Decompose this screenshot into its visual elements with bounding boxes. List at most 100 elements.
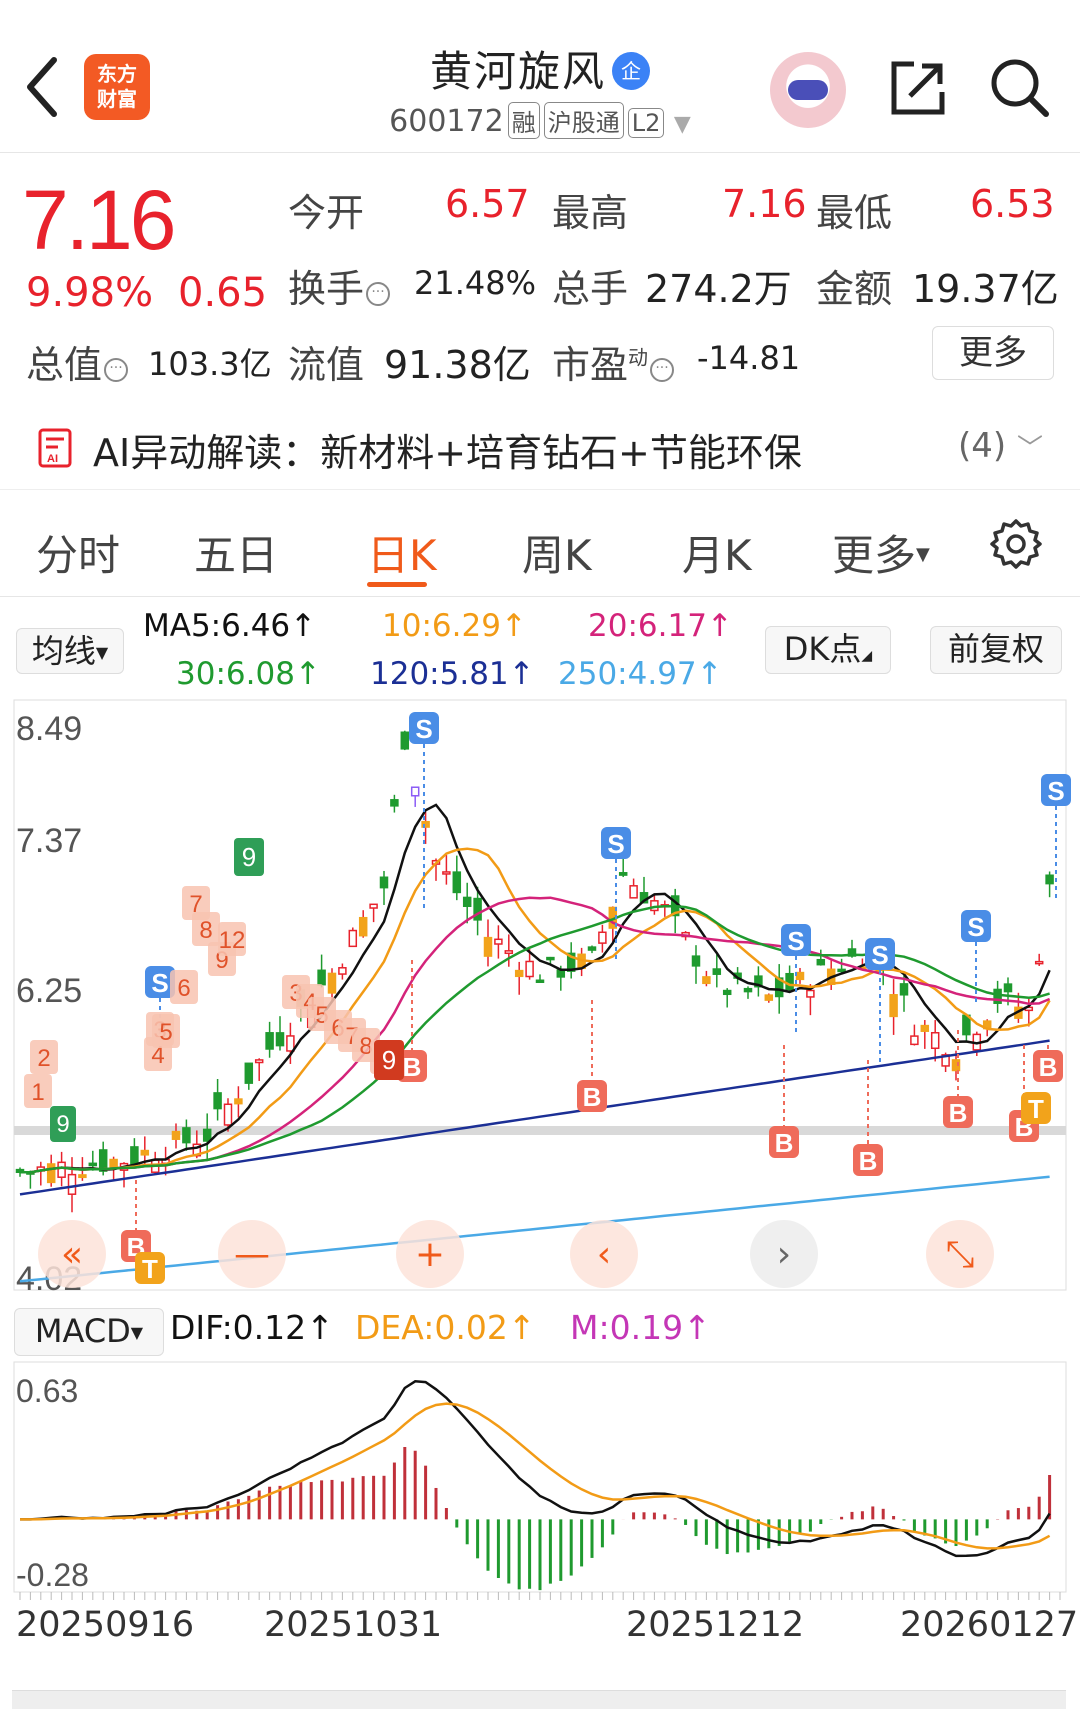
low-value: 6.53 [970,182,1055,226]
dk-points-button[interactable]: DK点◢ [765,626,891,674]
candle [525,960,534,978]
td-sequence-number: 5 [159,1019,172,1046]
candle [140,1149,150,1156]
candle [494,938,503,945]
macd-indicator-button[interactable]: MACD▼ [14,1308,164,1356]
candle [348,929,358,948]
macd-chart[interactable]: 0.63 -0.28 [0,1360,1080,1600]
candle [899,983,909,996]
info-dot-icon[interactable]: ··· [366,282,391,306]
step-forward-icon: › [777,1234,791,1275]
date-tick: 20260127 [900,1605,1079,1645]
amount-value: 19.37亿 [912,267,1059,311]
volume-value: 274.2万 [645,267,792,311]
td-nine-number: 9 [56,1111,69,1138]
step-back-icon: ‹ [597,1234,611,1275]
enterprise-badge-icon: 企 [612,52,650,90]
document-ai-icon: AI [38,428,72,468]
ai-assistant-avatar-icon[interactable] [770,52,846,128]
stock-code: 600172 [389,104,504,139]
high-value: 7.16 [722,182,807,226]
candle [1034,960,1044,965]
macd-m-readout: M:0.19↑ [570,1308,711,1347]
candle [587,946,597,951]
ma20-readout: 20:6.17↑ [588,608,733,644]
candle [275,1032,285,1047]
take-signal-badge-label: T [142,1254,158,1284]
caret-down-icon: ▼ [130,1323,144,1342]
stock-name: 黄河旋风 [429,47,606,96]
ai-insight-count[interactable]: (4) ﹀ [958,426,1043,466]
share-icon[interactable] [888,58,948,118]
svg-text:AI: AI [47,453,58,465]
info-dot-icon[interactable]: ··· [104,358,129,382]
turnover-label: 换手 ··· [288,258,391,313]
ma-indicator-button[interactable]: 均线▼ [16,628,124,674]
candle [452,871,462,894]
td-nine-number: 9 [242,842,256,872]
candle [442,871,451,875]
candle [920,1024,930,1032]
jump-back-icon: « [61,1234,83,1275]
candle [618,872,628,876]
scroll-range-bar[interactable] [12,1690,1066,1709]
candle [369,903,378,909]
tab-daily-k[interactable]: 日K [367,522,437,583]
date-tick: 20251212 [626,1605,805,1645]
buy-signal-badge-label: B [403,1052,422,1082]
candle [358,916,368,937]
candle [629,885,638,899]
td-sequence-number: 1 [31,1079,44,1106]
candle [546,956,555,961]
candle [234,1098,243,1105]
candle [816,958,826,966]
price-adjust-button[interactable]: 前复权 [930,626,1062,674]
kline-chart[interactable]: 8.497.376.254.02SSSSSSSBBBBBBBBTT1234567… [0,695,1080,1295]
dropdown-caret-icon: ▼ [673,112,691,137]
change-percent: 9.98% [26,270,154,316]
float-value: 91.38亿 [384,343,531,387]
volume-label: 总手 [552,267,629,311]
sell-signal-badge-label: S [967,912,984,942]
macd-y-tick: 0.63 [16,1373,78,1409]
tab-weekly-k[interactable]: 周K [522,522,592,583]
mktcap-label: 总值 ··· [26,334,129,389]
candle [244,1062,254,1084]
candle [764,994,774,1001]
macd-y-tick: -0.28 [16,1557,89,1593]
last-price: 7.16 [22,173,176,267]
ai-insight-text[interactable]: AI异动解读：新材料+培育钻石+节能环保 [93,422,802,477]
tab-monthly-k[interactable]: 月K [682,522,752,583]
candle [514,969,524,978]
settings-gear-icon[interactable] [990,518,1042,570]
candle [1045,874,1054,885]
corner-triangle-icon: ◢ [861,648,873,664]
zoom-out-icon: — [234,1234,270,1275]
search-icon[interactable] [988,56,1050,118]
open-label: 今开 [288,191,365,235]
tab-intraday[interactable]: 分时 [36,522,120,583]
buy-signal-badge-label: B [583,1082,602,1112]
ma10-readout: 10:6.29↑ [382,608,527,644]
candle [400,731,410,750]
info-dot-icon[interactable]: ··· [650,358,675,382]
active-tab-underline [367,582,427,587]
sell-signal-badge-label: S [787,926,804,956]
candle [78,1174,87,1179]
candle [109,1158,118,1168]
tag-l2: L2 [627,108,665,138]
y-tick-label: 8.49 [16,710,82,748]
mktcap-value: 103.3亿 [148,345,272,383]
sell-signal-badge-label: S [607,829,624,859]
date-tick: 20251031 [264,1605,443,1645]
buy-signal-badge-label: B [775,1128,794,1158]
tab-five-day[interactable]: 五日 [194,522,278,583]
candle [223,1103,233,1126]
candle [691,955,701,967]
candle [556,969,566,978]
tab-more[interactable]: 更多▼ [832,522,930,583]
candle [317,969,326,986]
candle [171,1130,181,1140]
macd-dea-readout: DEA:0.02↑ [355,1308,536,1347]
more-quote-button[interactable]: 更多 [932,326,1054,380]
